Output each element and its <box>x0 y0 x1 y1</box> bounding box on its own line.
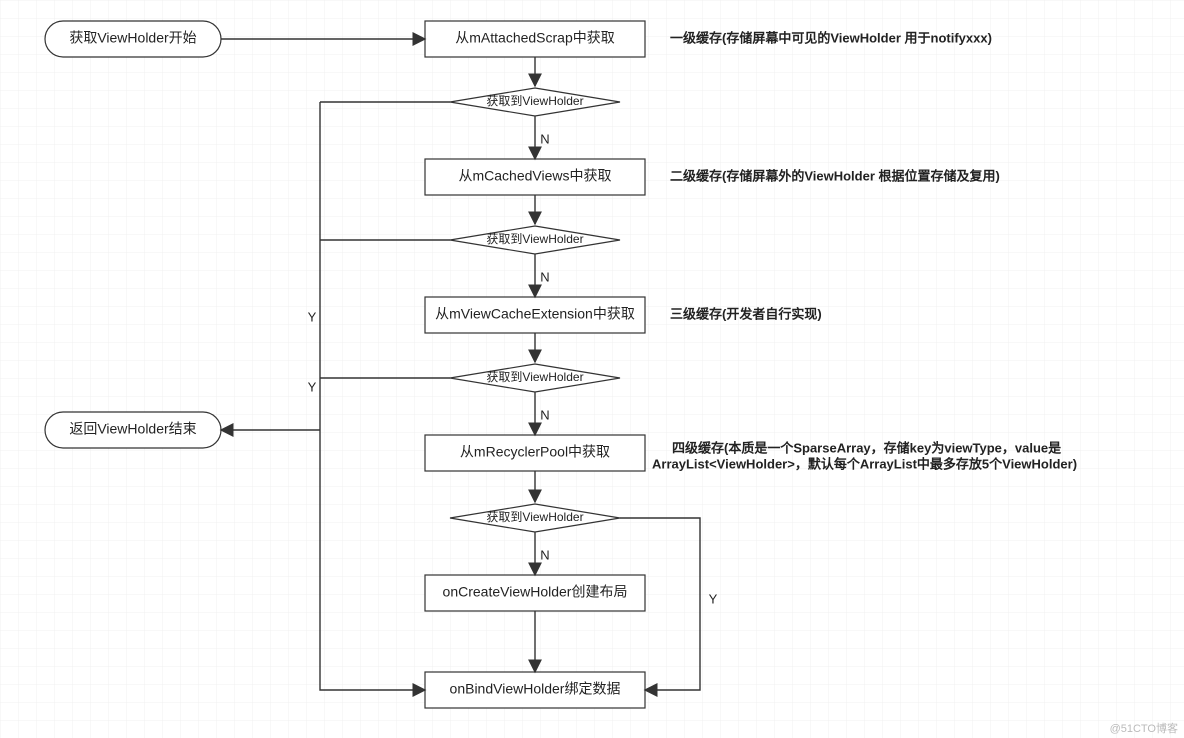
node-on-bind: onBindViewHolder绑定数据 <box>425 672 645 708</box>
edge-label-d2-n: N <box>540 269 549 284</box>
watermark: @51CTO博客 <box>1110 721 1178 735</box>
label-on-create: onCreateViewHolder创建布局 <box>443 584 628 600</box>
node-view-cache-ext: 从mViewCacheExtension中获取 <box>425 297 645 333</box>
node-on-create: onCreateViewHolder创建布局 <box>425 575 645 611</box>
node-end: 返回ViewHolder结束 <box>45 412 221 448</box>
note-level-4a: 四级缓存(本质是一个SparseArray，存储key为viewType，val… <box>672 440 1062 455</box>
edge-label-d4-y: Y <box>709 591 718 606</box>
label-decision-1: 获取到ViewHolder <box>486 94 583 108</box>
label-attached-scrap: 从mAttachedScrap中获取 <box>455 30 615 46</box>
label-recycler-pool: 从mRecyclerPool中获取 <box>460 444 610 460</box>
flowchart: 获取ViewHolder开始 返回ViewHolder结束 从mAttached… <box>0 0 1184 738</box>
label-start: 获取ViewHolder开始 <box>69 30 196 46</box>
node-start: 获取ViewHolder开始 <box>45 21 221 57</box>
label-decision-4: 获取到ViewHolder <box>486 510 583 524</box>
note-level-2: 二级缓存(存储屏幕外的ViewHolder 根据位置存储及复用) <box>670 168 1000 183</box>
note-level-3: 三级缓存(开发者自行实现) <box>670 306 822 321</box>
edge-label-d4-n: N <box>540 547 549 562</box>
edge-label-d1-n: N <box>540 131 549 146</box>
edge-label-y-1: Y <box>308 309 317 324</box>
edge-label-d3-n: N <box>540 407 549 422</box>
edge-label-y-2: Y <box>308 379 317 394</box>
label-on-bind: onBindViewHolder绑定数据 <box>450 681 621 697</box>
node-recycler-pool: 从mRecyclerPool中获取 <box>425 435 645 471</box>
note-level-1: 一级缓存(存储屏幕中可见的ViewHolder 用于notifyxxx) <box>670 30 992 45</box>
label-cached-views: 从mCachedViews中获取 <box>458 168 611 184</box>
label-view-cache-ext: 从mViewCacheExtension中获取 <box>435 306 635 322</box>
node-cached-views: 从mCachedViews中获取 <box>425 159 645 195</box>
note-level-4b: ArrayList<ViewHolder>，默认每个ArrayList中最多存放… <box>652 456 1077 471</box>
node-attached-scrap: 从mAttachedScrap中获取 <box>425 21 645 57</box>
label-decision-2: 获取到ViewHolder <box>486 232 583 246</box>
label-end: 返回ViewHolder结束 <box>69 421 196 437</box>
label-decision-3: 获取到ViewHolder <box>486 370 583 384</box>
